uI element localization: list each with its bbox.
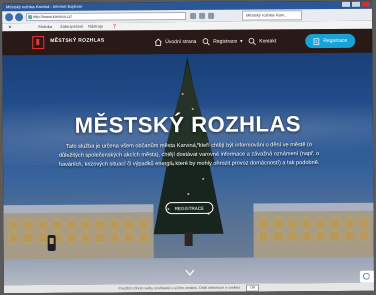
nav-home-label: Úvodní strana <box>165 38 197 46</box>
site-navbar: MĚSTSKÝ ROZHLAS Úvodní strana Registrace… <box>2 28 373 56</box>
logo-icon[interactable] <box>32 36 45 50</box>
nav-home[interactable]: Úvodní strana <box>154 38 196 46</box>
stop-icon[interactable] <box>208 12 215 19</box>
search-user-icon <box>202 38 210 46</box>
nav-contact-label: Kontakt <box>259 38 277 45</box>
edit-icon <box>313 37 320 45</box>
hero-title: MĚSTSKÝ ROZHLAS <box>74 111 302 138</box>
cookie-text: Použitím tohoto webu souhlasíte s užitím… <box>118 285 241 291</box>
register-button-label: Registrace <box>323 37 348 45</box>
nav-registration-label: Registrace <box>213 38 238 45</box>
address-field[interactable]: http://www.karvina.cz/ <box>26 12 187 22</box>
forward-icon[interactable] <box>15 13 24 22</box>
help-icon[interactable]: ❓ <box>112 23 117 29</box>
search-icon[interactable] <box>190 12 197 19</box>
hero-register-button[interactable]: REGISTRACE <box>165 201 214 215</box>
maximize-button[interactable] <box>351 1 361 7</box>
menu-tools[interactable]: Nástroje <box>88 24 103 30</box>
register-button[interactable]: Registrace <box>305 33 356 49</box>
cookie-bar: Použitím tohoto webu souhlasíte s užitím… <box>3 282 375 294</box>
home-icon <box>154 38 162 46</box>
hero-section: MĚSTSKÝ ROZHLAS Tato služba je určena vš… <box>2 52 374 286</box>
search-icon <box>248 37 256 46</box>
back-icon[interactable] <box>5 13 14 22</box>
refresh-icon[interactable] <box>199 12 206 19</box>
brand-name[interactable]: MĚSTSKÝ ROZHLAS <box>50 38 104 44</box>
menu-page[interactable]: Stránka <box>38 24 52 30</box>
hero-description: Tato služba je určena všem občanům města… <box>58 142 320 169</box>
address-actions <box>190 12 215 19</box>
favorites-icon[interactable]: ★ <box>8 24 12 30</box>
nav-contact[interactable]: Kontakt <box>248 37 277 46</box>
minimize-button[interactable] <box>341 1 351 7</box>
nav-registration[interactable]: Registrace ▾ <box>202 38 243 46</box>
menu-security[interactable]: Zabezpečení <box>60 24 83 30</box>
screen: Městský rozhlas Karviná - Internet Explo… <box>1 0 375 294</box>
window-controls <box>341 1 371 7</box>
scroll-down-icon[interactable] <box>184 268 196 278</box>
cookie-ok-button[interactable]: OK <box>246 284 260 292</box>
recaptcha-icon[interactable] <box>359 270 374 283</box>
browser-tab[interactable]: Městský rozhlas Karv... <box>242 10 303 21</box>
chevron-down-icon: ▾ <box>240 38 243 45</box>
site-icon <box>28 15 33 20</box>
close-button[interactable] <box>361 1 371 7</box>
url-text: http://www.karvina.cz/ <box>33 13 72 20</box>
tab-title: Městský rozhlas Karv... <box>246 12 288 18</box>
